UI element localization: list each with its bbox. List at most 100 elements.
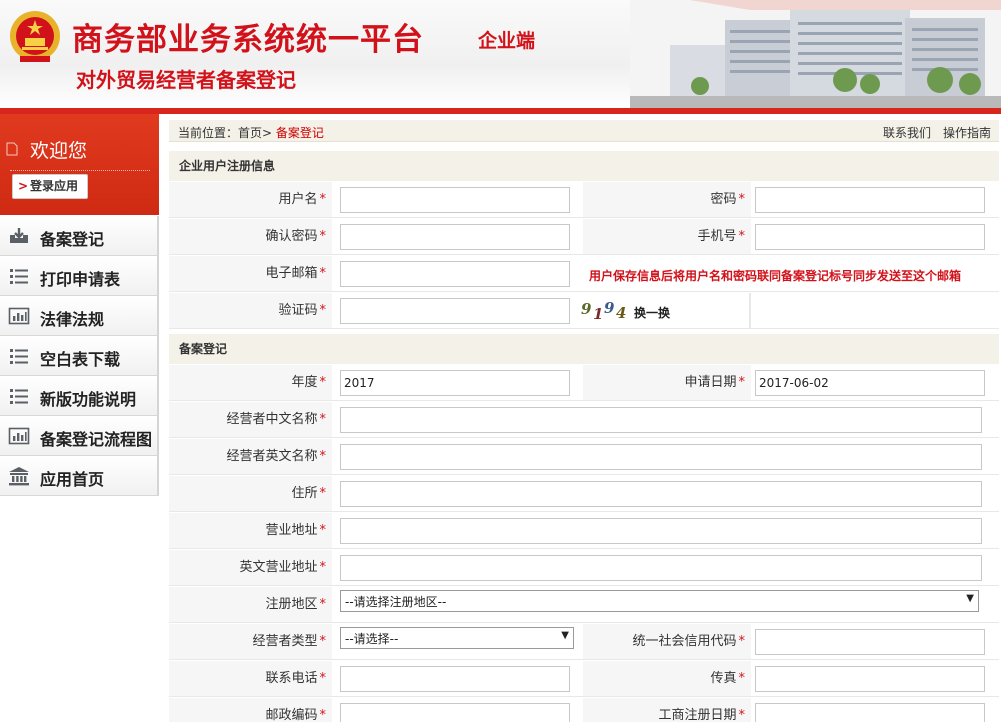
form-row-operator-type: 经营者类型 * --请选择-- ▼ 统一社会信用代码 * — [169, 624, 999, 660]
en-name-label: 经营者英文名称 * — [226, 449, 326, 464]
label-cell: 营业地址 * — [169, 513, 332, 548]
form-row-region: 注册地区 * --请选择注册地区-- ▼ — [169, 587, 999, 623]
column-divider — [749, 293, 751, 328]
label-cell: 英文营业地址 * — [169, 550, 332, 585]
platform-tag: 企业端 — [478, 30, 536, 52]
biz-reg-date-label: 工商注册日期 * — [658, 708, 745, 722]
label-cell: 注册地区 * — [169, 587, 332, 622]
region-label: 注册地区 * — [265, 597, 326, 612]
label-cell: 验证码 * — [169, 293, 332, 328]
captcha-char: 9 — [581, 300, 592, 318]
page-header: 商务部业务系统统一平台 企业端 对外贸易经营者备案登记 — [0, 0, 1001, 110]
sidebar-item-label: 打印申请表 — [40, 270, 121, 289]
tel-input[interactable] — [340, 666, 570, 692]
residence-label: 住所 * — [291, 486, 326, 501]
platform-title: 商务部业务系统统一平台 — [72, 22, 424, 58]
refresh-captcha-link[interactable]: 换一换 — [634, 304, 670, 321]
phone-input[interactable] — [755, 224, 985, 250]
label-cell: 经营者中文名称 * — [169, 402, 332, 437]
operation-guide-link[interactable]: 操作指南 — [943, 126, 991, 140]
breadcrumb: 当前位置：首页> 备案登记 — [178, 124, 324, 141]
apply-date-input[interactable] — [755, 370, 985, 396]
fax-label: 传真 * — [710, 671, 745, 686]
residence-input[interactable] — [340, 481, 982, 507]
credit-code-input[interactable] — [755, 629, 985, 655]
form-row-captcha: 验证码 * 9 1 9 4 换一换 — [169, 293, 999, 329]
label-cell: 密码 * — [583, 182, 751, 217]
username-input[interactable] — [340, 187, 570, 213]
sidebar-item-flowchart[interactable]: 备案登记流程图 — [0, 416, 159, 456]
password-input[interactable] — [755, 187, 985, 213]
form-row-cn-name: 经营者中文名称 * — [169, 402, 999, 438]
label-cell: 工商注册日期 * — [583, 698, 751, 722]
list-icon — [10, 349, 28, 364]
sidebar-nav: 备案登记 打印申请表 法律法规 空白表下载 新版功能说明 备案登记流程图 应用首… — [0, 216, 159, 496]
label-cell: 经营者英文名称 * — [169, 439, 332, 474]
sidebar-item-laws[interactable]: 法律法规 — [0, 296, 159, 336]
breadcrumb-prefix: 当前位置： — [178, 126, 239, 140]
en-name-input[interactable] — [340, 444, 982, 470]
form-row-biz-address: 营业地址 * — [169, 513, 999, 549]
label-cell: 电子邮箱 * — [169, 256, 332, 291]
sidebar-item-app-home[interactable]: 应用首页 — [0, 456, 159, 496]
en-biz-address-input[interactable] — [340, 555, 982, 581]
label-cell: 经营者类型 * — [169, 624, 332, 659]
system-subtitle: 对外贸易经营者备案登记 — [76, 68, 296, 92]
operator-type-select[interactable]: --请选择-- ▼ — [340, 627, 574, 649]
sidebar-item-label: 新版功能说明 — [40, 390, 137, 409]
bar-chart-icon — [8, 307, 30, 325]
captcha-image[interactable]: 9 1 9 4 — [579, 299, 629, 323]
form-row-postcode: 邮政编码 * 工商注册日期 * — [169, 698, 999, 722]
phone-label: 手机号 * — [697, 229, 745, 244]
main-content: 当前位置：首页> 备案登记 联系我们 操作指南 企业用户注册信息 用户名 * 密码 *… — [169, 114, 1001, 722]
form-row-residence: 住所 * — [169, 476, 999, 512]
breadcrumb-home-link[interactable]: 首页 — [238, 126, 262, 140]
operator-type-label: 经营者类型 * — [252, 634, 326, 649]
sidebar-item-label: 法律法规 — [40, 310, 105, 329]
document-icon — [6, 142, 18, 156]
tel-label: 联系电话 * — [265, 671, 326, 686]
form-row-email: 电子邮箱 * 用户保存信息后将用户名和密码联同备案登记标号同步发送至这个邮箱 — [169, 256, 999, 292]
captcha-input[interactable] — [340, 298, 570, 324]
credit-code-label: 统一社会信用代码 * — [632, 634, 745, 649]
label-cell: 确认密码 * — [169, 219, 332, 254]
region-select-value: --请选择注册地区-- — [345, 595, 447, 609]
username-label: 用户名 * — [278, 192, 326, 207]
en-biz-address-label: 英文营业地址 * — [239, 560, 326, 575]
chevron-down-icon: ▼ — [561, 630, 569, 641]
captcha-char: 9 — [604, 299, 615, 317]
label-cell: 申请日期 * — [583, 365, 751, 400]
postcode-input[interactable] — [340, 703, 570, 722]
region-select[interactable]: --请选择注册地区-- ▼ — [340, 590, 979, 612]
sidebar-item-label: 备案登记 — [40, 230, 105, 249]
download-tray-icon — [10, 228, 28, 243]
section-record-header: 备案登记 — [169, 334, 999, 364]
year-input[interactable] — [340, 370, 570, 396]
biz-reg-date-input[interactable] — [755, 703, 985, 722]
login-app-button[interactable]: > 登录应用 — [12, 174, 88, 199]
sidebar-item-label: 应用首页 — [40, 470, 105, 489]
sidebar-item-blank-form-download[interactable]: 空白表下载 — [0, 336, 159, 376]
email-notice: 用户保存信息后将用户名和密码联同备案登记标号同步发送至这个邮箱 — [589, 269, 962, 283]
label-cell: 联系电话 * — [169, 661, 332, 696]
form-row-en-name: 经营者英文名称 * — [169, 439, 999, 475]
label-cell: 传真 * — [583, 661, 751, 696]
email-input[interactable] — [340, 261, 570, 287]
password-label: 密码 * — [710, 192, 745, 207]
year-label: 年度 * — [291, 375, 326, 390]
contact-us-link[interactable]: 联系我们 — [883, 126, 931, 140]
list-icon — [10, 389, 28, 404]
fax-input[interactable] — [755, 666, 985, 692]
sidebar-item-record-registration[interactable]: 备案登记 — [0, 216, 159, 256]
sidebar-item-print-form[interactable]: 打印申请表 — [0, 256, 159, 296]
cn-name-input[interactable] — [340, 407, 982, 433]
sidebar-item-new-features[interactable]: 新版功能说明 — [0, 376, 159, 416]
welcome-panel: 欢迎您 > 登录应用 — [0, 114, 159, 215]
confirm-password-input[interactable] — [340, 224, 570, 250]
label-cell: 邮政编码 * — [169, 698, 332, 722]
bar-chart-icon — [8, 427, 30, 445]
biz-address-input[interactable] — [340, 518, 982, 544]
label-cell: 手机号 * — [583, 219, 751, 254]
section-user-header: 企业用户注册信息 — [169, 151, 999, 181]
label-cell: 统一社会信用代码 * — [583, 624, 751, 659]
